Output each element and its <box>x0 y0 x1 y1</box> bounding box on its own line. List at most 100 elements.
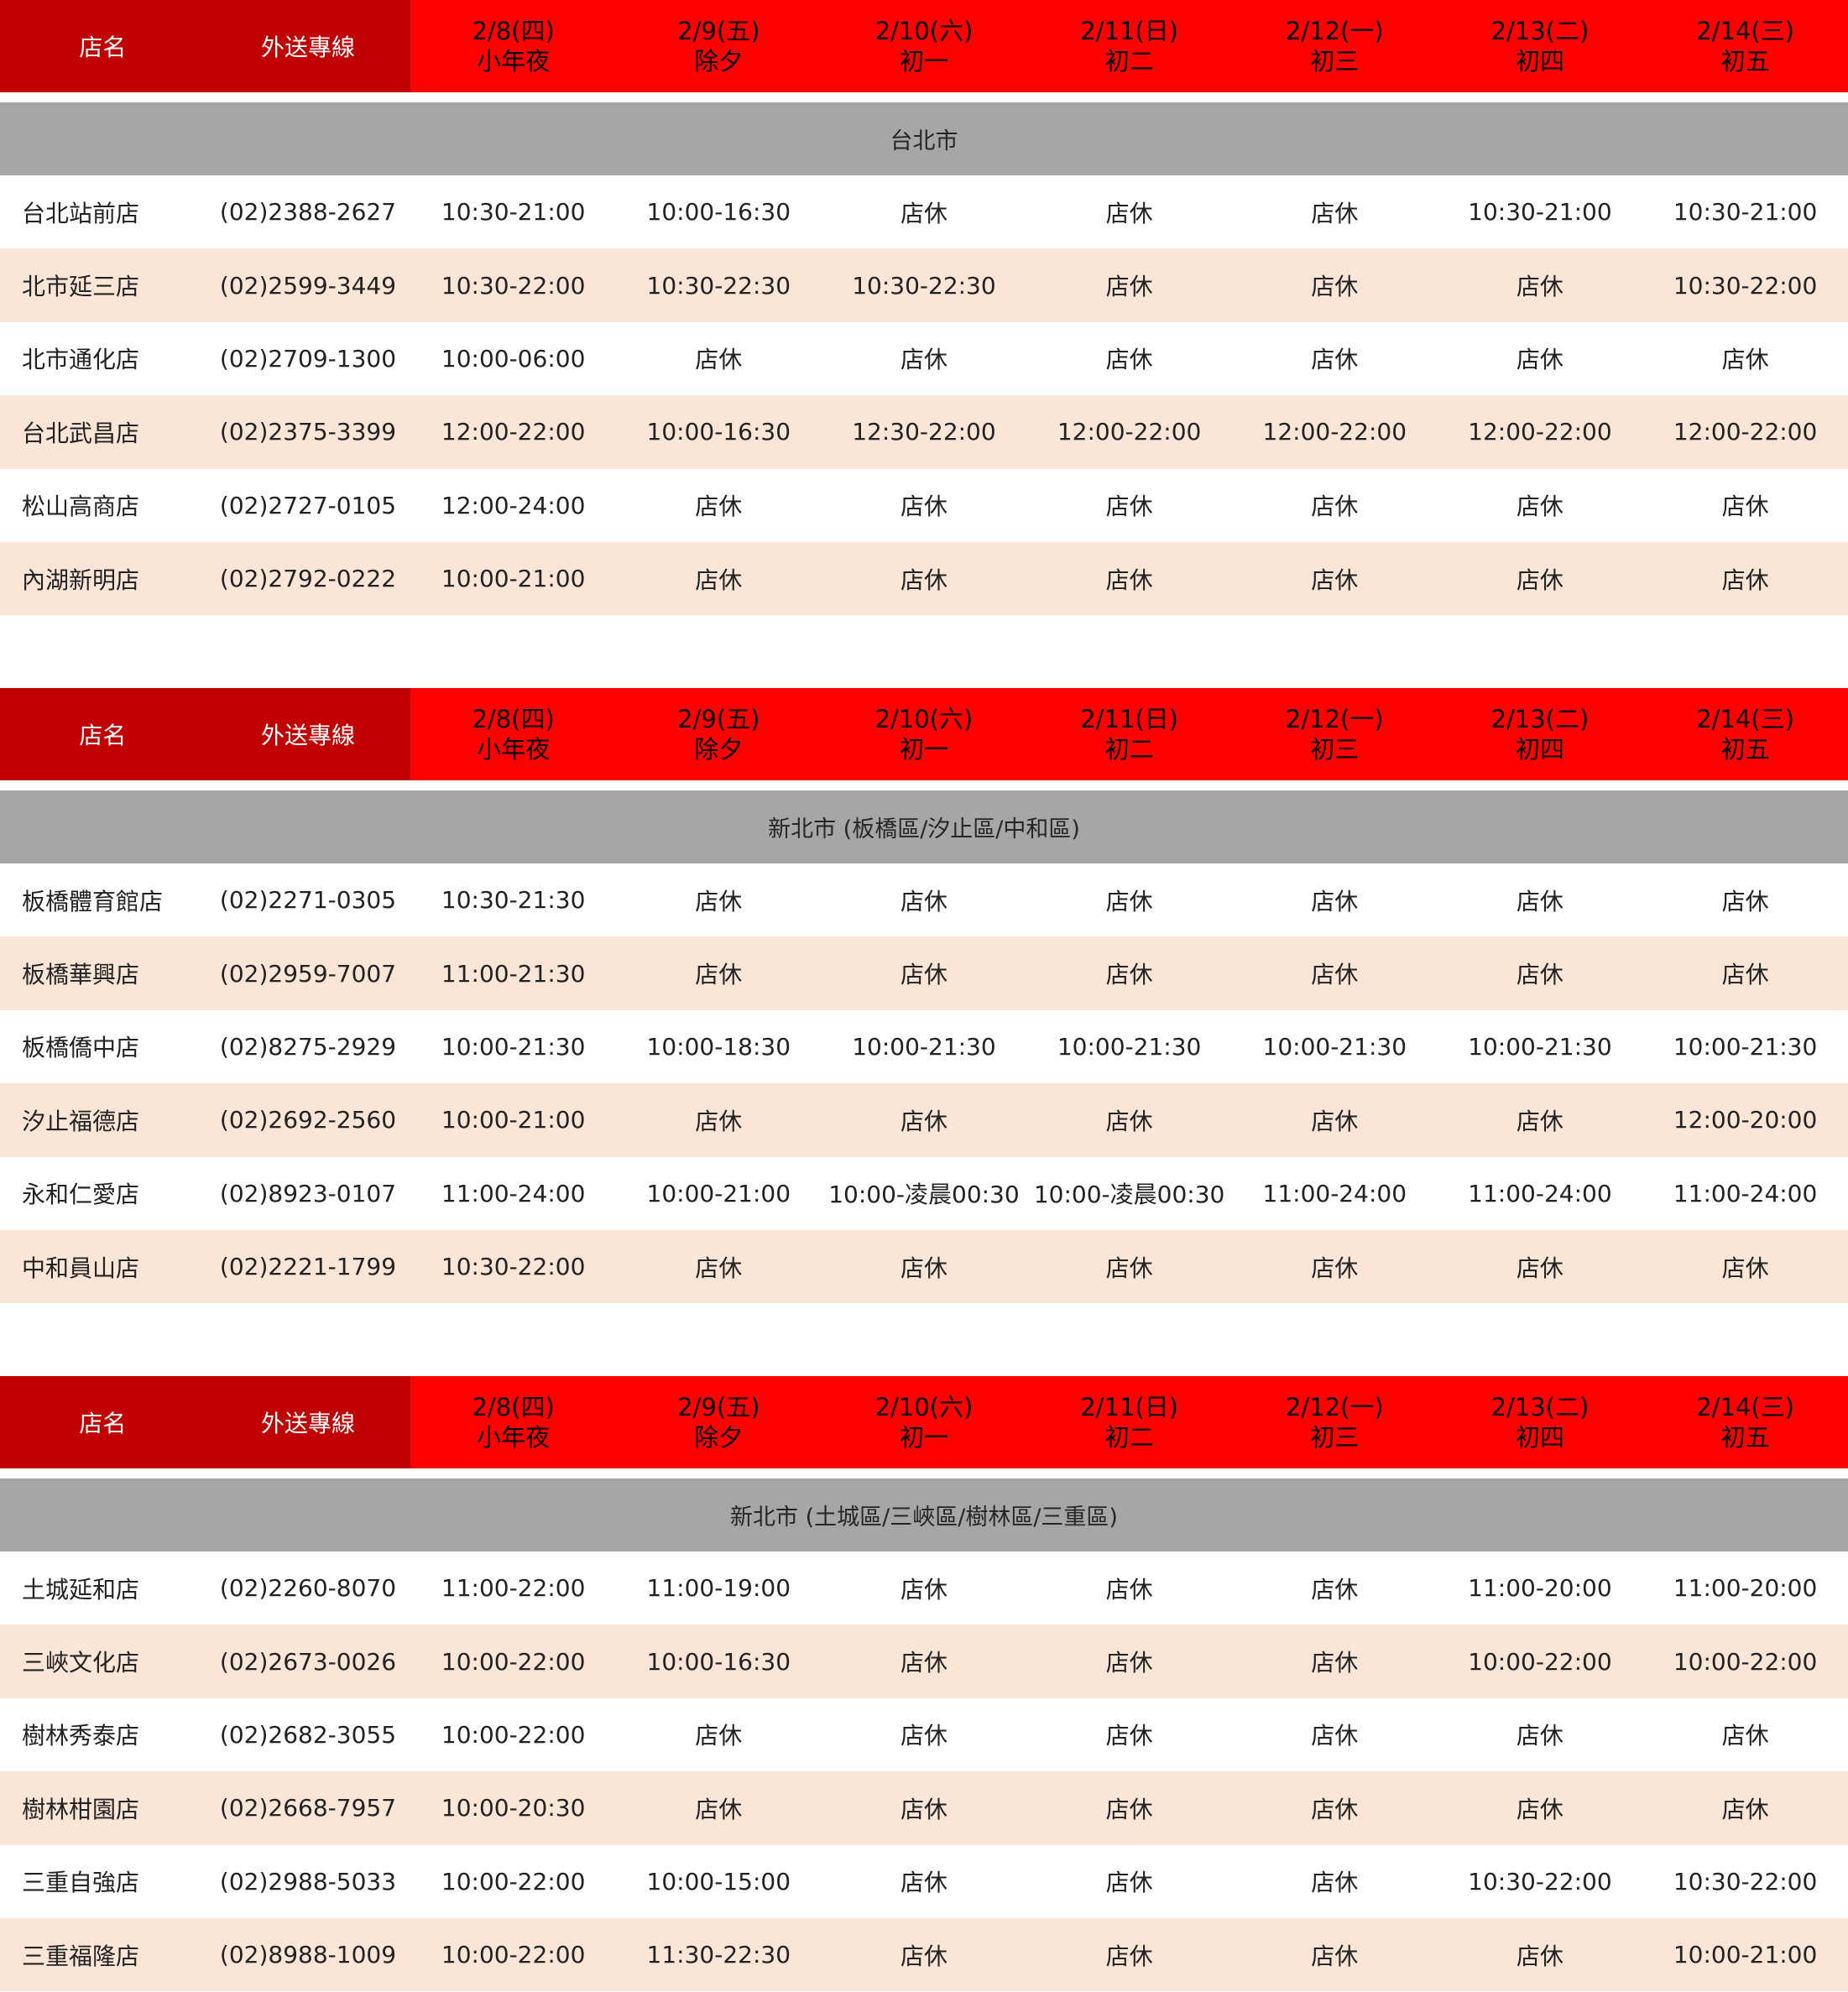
table-row: 中和員山店 (02)2221-1799 10:30-22:00 店休 店休 店休 店休 店休 店… <box>0 1229 1848 1304</box>
table-row: 板橋僑中店 (02)8275-2929 10:00-21:30 10:00-18:30… <box>0 1010 1848 1083</box>
header-date-5: 2/12(一) 初三 <box>1231 1376 1438 1468</box>
opening-hours: 11:00-20:00 <box>1673 1574 1818 1603</box>
header-date: 2/14(三) <box>1696 17 1794 45</box>
header-date: 2/14(三) <box>1696 1393 1794 1421</box>
opening-hours: 10:00-21:00 <box>441 565 586 593</box>
opening-hours: 店休 <box>1311 1869 1359 1897</box>
opening-hours: 店休 <box>1105 887 1153 915</box>
opening-hours: 10:30-22:00 <box>1468 1867 1612 1896</box>
header-date-sub: 初一 <box>899 735 948 764</box>
store-name: 板橋僑中店 <box>22 1034 140 1062</box>
opening-hours: 店休 <box>1311 1795 1359 1823</box>
delivery-phone: (02)2673-0026 <box>219 1647 397 1676</box>
store-name: 三重自強店 <box>22 1869 140 1897</box>
store-name: 中和員山店 <box>22 1254 140 1282</box>
opening-hours: 店休 <box>1105 1869 1153 1897</box>
table-body: 板橋體育館店 (02)2271-0305 10:30-21:30 店休 店休 店休 店休 店休… <box>0 863 1848 1304</box>
header-phone: 外送專線 <box>205 688 411 780</box>
opening-hours: 店休 <box>900 1575 947 1604</box>
store-name: 北市通化店 <box>22 346 140 374</box>
opening-hours: 店休 <box>1105 1942 1153 1970</box>
header-date-6: 2/13(二) 初四 <box>1437 688 1643 780</box>
header-date-1: 2/8(四) 小年夜 <box>410 688 616 780</box>
header-date: 2/10(六) <box>874 1393 974 1421</box>
delivery-phone: (02)2221-1799 <box>219 1253 397 1281</box>
opening-hours: 店休 <box>1311 346 1359 374</box>
opening-hours: 11:30-22:30 <box>646 1941 791 1969</box>
delivery-phone: (02)2271-0305 <box>219 886 397 915</box>
header-date-sub: 除夕 <box>694 735 744 764</box>
opening-hours: 11:00-22:00 <box>441 1574 586 1603</box>
header-date: 2/10(六) <box>874 17 974 45</box>
opening-hours: 店休 <box>1311 1254 1359 1282</box>
opening-hours: 10:00-凌晨00:30 <box>828 1181 1020 1209</box>
header-phone: 外送專線 <box>205 1376 411 1468</box>
opening-hours: 10:30-22:00 <box>1673 271 1818 300</box>
table-row: 三峽文化店 (02)2673-0026 10:00-22:00 10:00-16:30… <box>0 1624 1848 1698</box>
header-date: 2/8(四) <box>472 1393 555 1421</box>
header-date-sub: 初二 <box>1104 47 1154 76</box>
header-date-sub: 初五 <box>1720 735 1770 764</box>
table-row: 台北站前店 (02)2388-2627 10:30-21:00 10:00-16:30… <box>0 175 1848 248</box>
opening-hours: 店休 <box>1516 273 1563 301</box>
opening-hours: 店休 <box>1311 1575 1359 1604</box>
opening-hours: 10:00-16:30 <box>646 1647 791 1676</box>
store-name: 土城延和店 <box>22 1575 140 1604</box>
opening-hours: 12:30-22:00 <box>852 418 996 446</box>
opening-hours: 店休 <box>900 493 947 521</box>
header-date: 2/11(日) <box>1080 17 1178 45</box>
opening-hours: 11:00-24:00 <box>1673 1179 1818 1207</box>
section-new-taipei-2: 店名 外送專線 2/8(四) 小年夜 2/9(五) 除夕 2/10(六) 初一 2/1… <box>0 1376 1848 1992</box>
opening-hours: 店休 <box>1105 493 1153 521</box>
opening-hours: 店休 <box>1516 961 1563 989</box>
opening-hours: 店休 <box>1516 346 1563 374</box>
header-date-sub: 初一 <box>899 47 948 76</box>
opening-hours: 店休 <box>1516 887 1563 915</box>
opening-hours: 10:00-22:00 <box>1673 1647 1818 1676</box>
header-date-3: 2/10(六) 初一 <box>821 0 1027 92</box>
delivery-phone: (02)2260-8070 <box>219 1574 397 1603</box>
table-header: 店名 外送專線 2/8(四) 小年夜 2/9(五) 除夕 2/10(六) 初一 2/1… <box>0 688 1848 780</box>
opening-hours: 10:00-21:30 <box>852 1032 996 1061</box>
store-name: 三峽文化店 <box>22 1649 140 1677</box>
region-title: 新北市 (土城區/三峽區/樹林區/三重區) <box>0 1478 1848 1551</box>
opening-hours: 店休 <box>1105 1795 1153 1823</box>
store-name: 三重福隆店 <box>22 1942 140 1970</box>
header-date-1: 2/8(四) 小年夜 <box>410 1376 616 1468</box>
opening-hours: 店休 <box>1311 1942 1359 1970</box>
store-name: 永和仁愛店 <box>22 1181 140 1209</box>
table-row: 樹林秀泰店 (02)2682-3055 10:00-22:00 店休 店休 店休 店休 店休 店… <box>0 1698 1848 1771</box>
opening-hours: 店休 <box>1721 566 1769 594</box>
header-date-sub: 初五 <box>1720 1423 1770 1452</box>
opening-hours: 店休 <box>695 1254 743 1282</box>
header-date-7: 2/14(三) 初五 <box>1642 688 1848 780</box>
opening-hours: 店休 <box>1721 1254 1769 1282</box>
opening-hours: 店休 <box>900 199 947 227</box>
opening-hours: 10:30-22:30 <box>852 271 996 300</box>
table-row: 北市通化店 (02)2709-1300 10:00-06:00 店休 店休 店休 店休 店休 店… <box>0 322 1848 395</box>
opening-hours: 10:30-22:00 <box>441 271 586 300</box>
delivery-phone: (02)2988-5033 <box>219 1867 397 1896</box>
opening-hours: 10:00-21:00 <box>1673 1941 1818 1969</box>
opening-hours: 10:00-16:30 <box>646 198 791 227</box>
opening-hours: 店休 <box>1105 1107 1153 1135</box>
delivery-phone: (02)2692-2560 <box>219 1106 397 1134</box>
header-date-sub: 除夕 <box>694 47 744 76</box>
opening-hours: 店休 <box>695 346 743 374</box>
opening-hours: 10:00-20:30 <box>441 1794 586 1823</box>
header-date-6: 2/13(二) 初四 <box>1437 0 1643 92</box>
opening-hours: 店休 <box>1105 346 1153 374</box>
opening-hours: 10:00-21:00 <box>646 1179 791 1207</box>
store-name: 內湖新明店 <box>22 566 140 594</box>
opening-hours: 店休 <box>900 346 947 374</box>
opening-hours: 11:00-24:00 <box>441 1179 586 1207</box>
opening-hours: 10:30-22:30 <box>646 271 791 300</box>
opening-hours: 10:00-凌晨00:30 <box>1033 1181 1225 1209</box>
opening-hours: 店休 <box>1105 1649 1153 1677</box>
header-date-sub: 初三 <box>1310 735 1360 764</box>
header-date: 2/9(五) <box>677 1393 760 1421</box>
table-row: 永和仁愛店 (02)8923-0107 11:00-24:00 10:00-21:00… <box>0 1157 1848 1230</box>
header-date: 2/9(五) <box>677 705 760 733</box>
header-date-sub: 除夕 <box>694 1423 744 1452</box>
header-date-sub: 小年夜 <box>477 47 551 76</box>
